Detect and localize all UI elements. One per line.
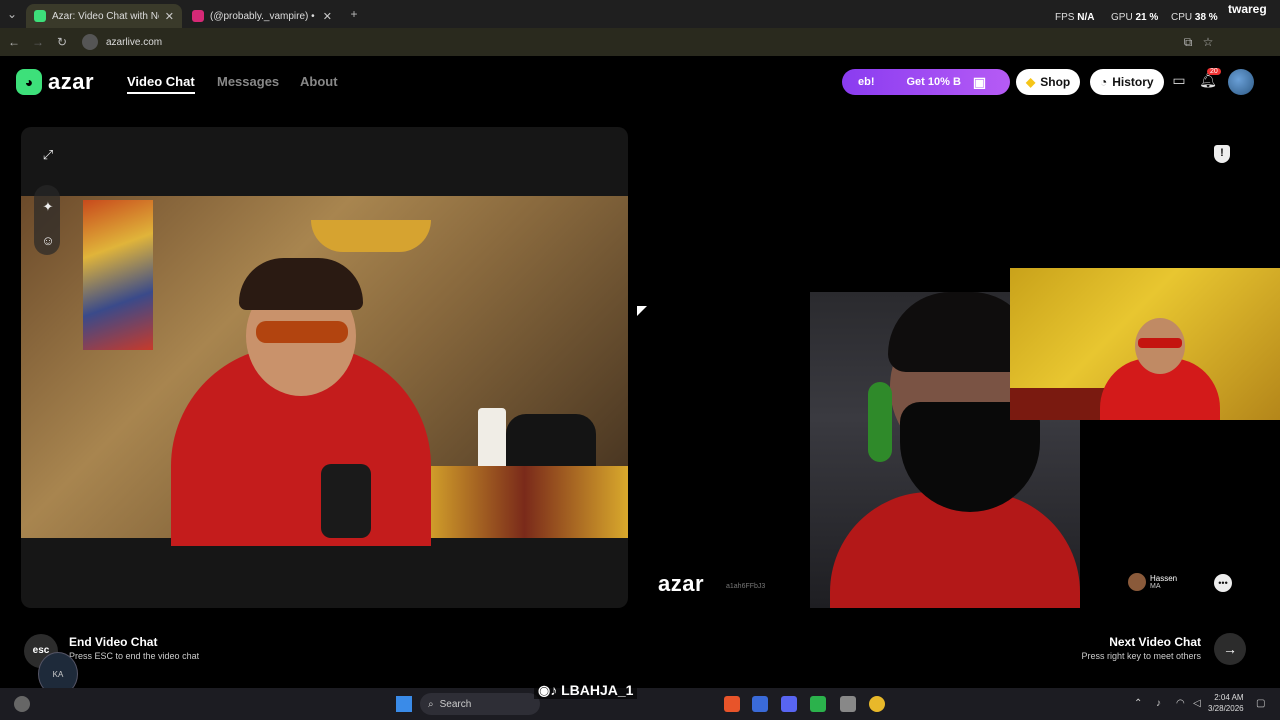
tab-close-icon[interactable]: ✕: [323, 10, 332, 23]
shop-button[interactable]: ◆ Shop: [1016, 69, 1081, 95]
tab-title: Azar: Video Chat with New: [52, 10, 159, 22]
tab-menu-icon[interactable]: ⌄: [4, 6, 20, 22]
clock-icon: ◔: [1100, 75, 1108, 89]
new-tab-button[interactable]: +: [346, 6, 362, 22]
taskbar-clock[interactable]: 2:04 AM 3/28/2026: [1208, 692, 1244, 714]
browser-tab-bar: ⌄ Azar: Video Chat with New ✕ (@probably…: [0, 0, 1280, 28]
nav-video-chat[interactable]: Video Chat: [127, 74, 195, 94]
volume-icon[interactable]: ◁: [1193, 698, 1201, 709]
instagram-favicon-icon: [192, 10, 204, 22]
nav-messages[interactable]: Messages: [217, 74, 279, 89]
notification-center-icon[interactable]: ▢: [1256, 698, 1265, 709]
peer-avatar: [1128, 573, 1146, 591]
social-handle: LBAHJA_1: [561, 682, 634, 698]
search-label: Search: [439, 698, 472, 710]
peer-name: Hassen: [1150, 574, 1178, 583]
azar-watermark: azar: [658, 571, 705, 596]
url-text: azarlive.com: [106, 36, 163, 48]
user-hair: [239, 258, 363, 310]
session-id: a1ah6FFbJ3: [726, 583, 766, 590]
treasure-chest-icon: ▣: [972, 73, 987, 90]
next-arrow-button[interactable]: →: [1214, 633, 1246, 665]
forward-icon[interactable]: →: [30, 34, 46, 50]
tab-instagram[interactable]: (@probably._vampire) • Instagr ✕: [184, 4, 340, 28]
app2-icon[interactable]: [840, 696, 856, 712]
notification-badge: 20: [1207, 68, 1221, 75]
discord-icon[interactable]: [781, 696, 797, 712]
cpu-readout: CPU 38 %: [1171, 12, 1218, 23]
next-chat-hint: Press right key to meet others: [1081, 651, 1201, 661]
azar-favicon-icon: [34, 10, 46, 22]
end-chat-title: End Video Chat: [69, 635, 158, 649]
promo-banner[interactable]: eb! Get 10% B ▣: [842, 69, 1010, 95]
overlay-glasses: [1138, 338, 1182, 348]
history-button[interactable]: ◔ History: [1090, 69, 1164, 95]
overlay-table: [1010, 388, 1110, 420]
my-camera-feed: [21, 196, 628, 546]
taskbar-search[interactable]: ⌕ Search: [420, 693, 540, 715]
streamer-overlay-cam: [1010, 268, 1280, 420]
tab-azar[interactable]: Azar: Video Chat with New ✕: [26, 4, 182, 28]
emoji-mask-icon[interactable]: ☺: [40, 233, 56, 249]
magic-wand-icon[interactable]: ✦: [40, 199, 56, 215]
shop-label: Shop: [1040, 75, 1071, 89]
profile-avatar[interactable]: [1228, 69, 1254, 95]
peer-headset: [868, 382, 892, 462]
microphone: [321, 464, 371, 538]
address-bar: ← → ↻ azarlive.com ⧉ ☆: [0, 28, 1280, 56]
wall-painting: [83, 200, 153, 350]
clock-date: 3/28/2026: [1208, 704, 1244, 713]
gpu-readout: GPU 21 %: [1111, 12, 1159, 23]
play-icon[interactable]: [810, 696, 826, 712]
tiktok-instagram-icons: ◉♪: [538, 682, 562, 698]
user-glasses: [256, 321, 348, 343]
inbox-icon[interactable]: ▭: [1169, 72, 1189, 92]
promo-right-text: Get 10% B: [906, 76, 961, 88]
fps-readout: FPS N/A: [1055, 12, 1095, 23]
brave-icon[interactable]: [724, 696, 740, 712]
history-label: History: [1112, 75, 1154, 89]
chat-bubble-icon[interactable]: •••: [1214, 574, 1232, 592]
reload-icon[interactable]: ↻: [54, 34, 70, 50]
back-icon[interactable]: ←: [6, 34, 22, 50]
streamer-tag: twareg: [1228, 2, 1267, 16]
azar-page: ◕ azar Video Chat Messages About eb! Get…: [0, 56, 1280, 696]
next-chat-title: Next Video Chat: [1109, 635, 1201, 649]
table: [421, 466, 628, 538]
gem-icon: ◆: [1026, 75, 1036, 89]
mic-icon[interactable]: ♪: [1156, 698, 1161, 709]
ceiling-lamp: [311, 220, 431, 252]
tray-chevron-icon[interactable]: ⌃: [1134, 698, 1142, 709]
peer-info[interactable]: Hassen MA: [1128, 573, 1177, 591]
tab-close-icon[interactable]: ✕: [165, 10, 174, 23]
azar-logo[interactable]: ◕ azar: [16, 69, 94, 95]
peer-country: MA: [1150, 583, 1161, 590]
wifi-icon[interactable]: ◠: [1176, 698, 1185, 709]
widgets-icon[interactable]: [14, 696, 30, 712]
tab-title: (@probably._vampire) • Instagr: [210, 10, 317, 22]
start-icon[interactable]: [396, 696, 412, 712]
end-chat-hint: Press ESC to end the video chat: [69, 651, 200, 661]
windows-taskbar: ⌕ Search ⌃ ♪ ◠ ◁ 2:04 AM 3/28/2026 ▢: [0, 688, 1280, 720]
promo-left-text: eb!: [858, 76, 875, 88]
social-handle-overlay: ◉♪ LBAHJA_1: [534, 682, 638, 699]
notification-bell-icon[interactable]: 🔔︎: [1198, 72, 1218, 92]
install-app-icon[interactable]: ⧉: [1180, 34, 1196, 50]
azar-logo-icon: ◕: [16, 69, 42, 95]
expand-icon[interactable]: ⤢: [40, 147, 56, 163]
bookmark-star-icon[interactable]: ☆: [1200, 34, 1216, 50]
search-icon: ⌕: [428, 698, 434, 710]
logo-text: azar: [48, 69, 95, 94]
chrome-icon[interactable]: [869, 696, 885, 712]
nav-about[interactable]: About: [300, 74, 338, 89]
report-shield-icon[interactable]: !: [1214, 145, 1230, 163]
clock-time: 2:04 AM: [1214, 693, 1244, 702]
app-icon[interactable]: [752, 696, 768, 712]
site-info-icon[interactable]: [82, 34, 98, 50]
mouse-cursor-icon: [637, 306, 647, 316]
url-field[interactable]: azarlive.com: [82, 32, 1222, 52]
my-video-panel: ⤢ ✦ ☺: [21, 127, 628, 608]
